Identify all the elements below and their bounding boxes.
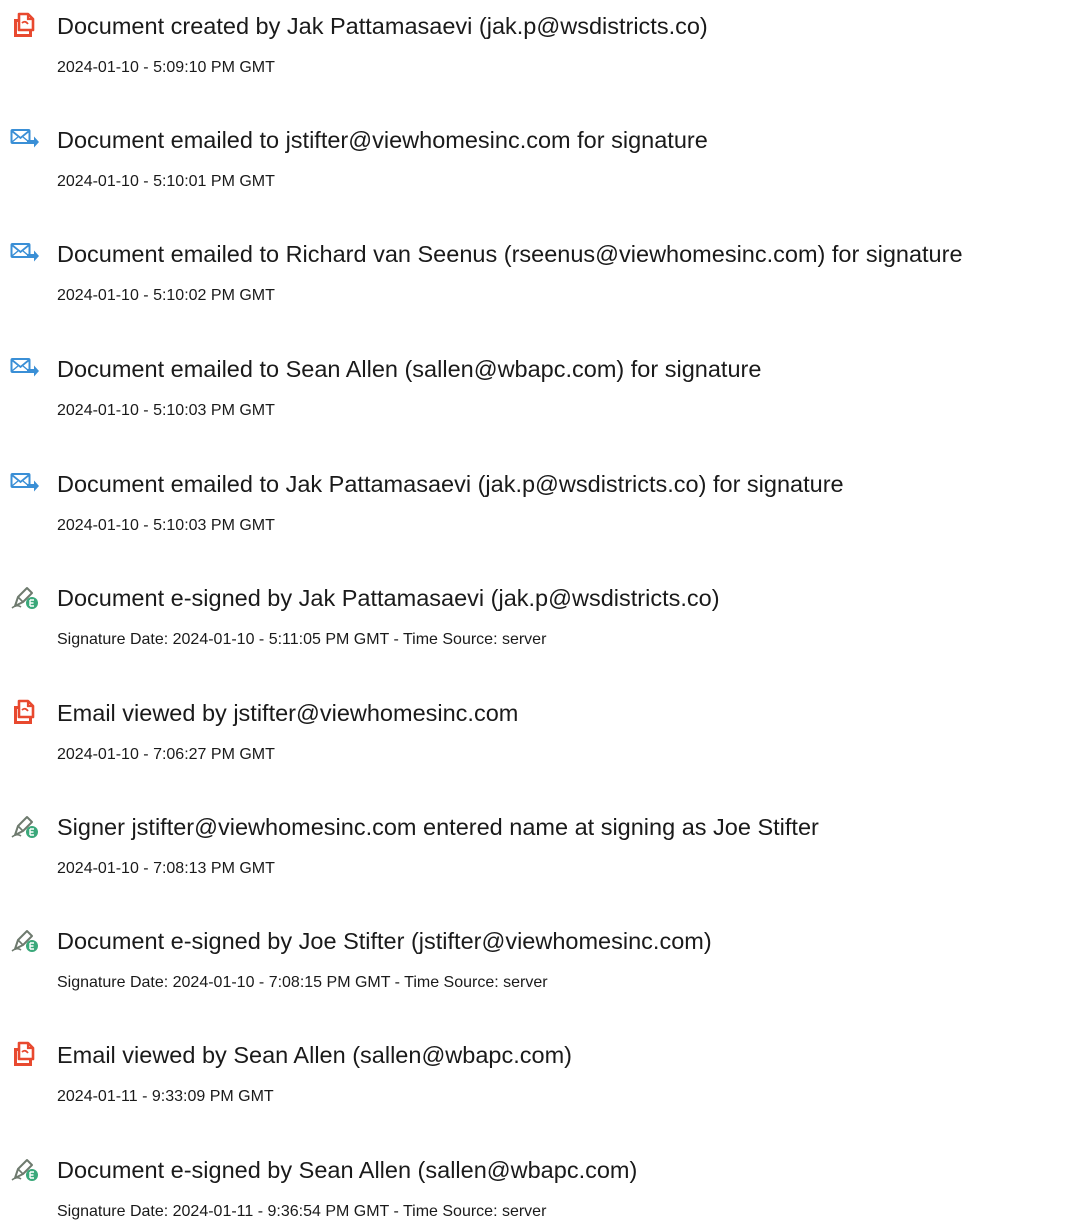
- event-title: Document e-signed by Jak Pattamasaevi (j…: [57, 585, 720, 611]
- audit-event: Document emailed to Jak Pattamasaevi (ja…: [0, 470, 1081, 550]
- audit-event: Document e-signed by Jak Pattamasaevi (j…: [0, 584, 1081, 664]
- event-title: Document emailed to Jak Pattamasaevi (ja…: [57, 471, 844, 497]
- email-send-icon: [10, 470, 39, 498]
- document-icon: [10, 12, 38, 40]
- event-title: Email viewed by jstifter@viewhomesinc.co…: [57, 700, 519, 726]
- document-icon: [10, 1041, 38, 1069]
- event-title: Document emailed to jstifter@viewhomesin…: [57, 127, 708, 153]
- event-timestamp: 2024-01-10 - 5:10:03 PM GMT: [57, 517, 275, 534]
- audit-event: Email viewed by Sean Allen (sallen@wbapc…: [0, 1041, 1081, 1121]
- audit-event: Document emailed to jstifter@viewhomesin…: [0, 126, 1081, 206]
- event-timestamp: 2024-01-10 - 5:10:03 PM GMT: [57, 402, 275, 419]
- event-title: Document created by Jak Pattamasaevi (ja…: [57, 13, 708, 39]
- audit-event: Document emailed to Richard van Seenus (…: [0, 240, 1081, 320]
- audit-event: Document emailed to Sean Allen (sallen@w…: [0, 355, 1081, 435]
- event-title: Email viewed by Sean Allen (sallen@wbapc…: [57, 1042, 572, 1068]
- event-title: Document emailed to Richard van Seenus (…: [57, 241, 963, 267]
- audit-event: Document e-signed by Joe Stifter (jstift…: [0, 927, 1081, 1007]
- event-title: Document e-signed by Joe Stifter (jstift…: [57, 928, 712, 954]
- email-send-icon: [10, 355, 39, 383]
- document-icon: [10, 699, 38, 727]
- audit-event: Document e-signed by Sean Allen (sallen@…: [0, 1156, 1081, 1224]
- audit-event: Email viewed by jstifter@viewhomesinc.co…: [0, 699, 1081, 779]
- esign-pen-icon: [10, 1156, 38, 1184]
- event-title: Document emailed to Sean Allen (sallen@w…: [57, 356, 762, 382]
- audit-event: Signer jstifter@viewhomesinc.com entered…: [0, 813, 1081, 893]
- esign-pen-icon: [10, 927, 38, 955]
- esign-pen-icon: [10, 813, 38, 841]
- event-timestamp: 2024-01-11 - 9:33:09 PM GMT: [57, 1088, 274, 1105]
- event-title: Document e-signed by Sean Allen (sallen@…: [57, 1157, 638, 1183]
- email-send-icon: [10, 240, 39, 268]
- audit-event: Document created by Jak Pattamasaevi (ja…: [0, 12, 1081, 92]
- esign-pen-icon: [10, 584, 38, 612]
- event-timestamp: 2024-01-10 - 7:08:13 PM GMT: [57, 860, 275, 877]
- event-timestamp: 2024-01-10 - 7:06:27 PM GMT: [57, 746, 275, 763]
- event-timestamp: 2024-01-10 - 5:09:10 PM GMT: [57, 59, 275, 76]
- event-timestamp: Signature Date: 2024-01-10 - 5:11:05 PM …: [57, 631, 547, 648]
- event-timestamp: 2024-01-10 - 5:10:01 PM GMT: [57, 173, 275, 190]
- event-title: Signer jstifter@viewhomesinc.com entered…: [57, 814, 819, 840]
- event-timestamp: Signature Date: 2024-01-11 - 9:36:54 PM …: [57, 1203, 547, 1220]
- event-timestamp: Signature Date: 2024-01-10 - 7:08:15 PM …: [57, 974, 548, 991]
- email-send-icon: [10, 126, 39, 154]
- event-timestamp: 2024-01-10 - 5:10:02 PM GMT: [57, 287, 275, 304]
